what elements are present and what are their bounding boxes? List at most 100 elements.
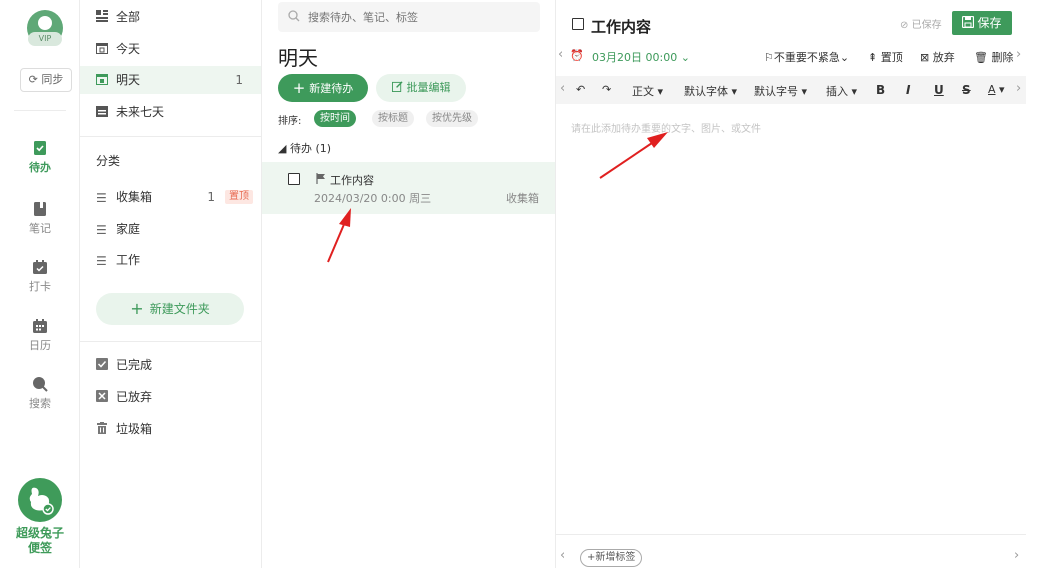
chevron-left-icon[interactable]: ‹: [560, 81, 565, 96]
pin-icon: ⇞: [868, 51, 878, 64]
date-picker[interactable]: 03月20日 00:00 ⌄: [592, 49, 690, 65]
rail-item-notes[interactable]: 笔记: [0, 201, 80, 236]
new-todo-button[interactable]: + 新建待办: [278, 74, 368, 102]
editor-placeholder[interactable]: 请在此添加待办重要的文字、图片、或文件: [571, 120, 761, 135]
bold-button[interactable]: B: [876, 83, 885, 97]
calendar-week-icon: [96, 106, 108, 117]
nav-item-label: 今天: [116, 42, 141, 56]
category-title: 分类: [96, 154, 121, 168]
todo-group-header[interactable]: ◢ 待办 (1): [278, 140, 331, 156]
font-family-label: 默认字体: [684, 85, 728, 98]
check-circle-icon: ⊘: [900, 20, 909, 31]
nav-item-today[interactable]: 今天: [80, 35, 261, 63]
chevron-right-icon[interactable]: ›: [1016, 47, 1021, 62]
new-folder-button[interactable]: + 新建文件夹: [96, 293, 244, 325]
detail-checkbox[interactable]: [572, 18, 584, 30]
pin-label: 置顶: [880, 51, 903, 64]
todo-detail-panel: 工作内容 ⊘ 已保存 保存 ‹ ⏰ 03月20日 00:00 ⌄ ⚐不重要不紧急…: [556, 0, 1040, 568]
folder-label: 收集箱: [116, 190, 153, 204]
paragraph-style-label: 正文: [632, 85, 654, 98]
batch-edit-label: 批量编辑: [406, 81, 451, 94]
calendar-tomorrow-icon: [96, 74, 108, 85]
nav-item-label: 已完成: [116, 358, 153, 372]
todo-list-panel: 明天 +新建待办 批量编辑 排序: 按时间 按标题 按优先级 ◢ 待办 (1) …: [262, 0, 556, 568]
checkin-icon: [33, 260, 47, 274]
search-icon: [33, 377, 48, 392]
flag-icon: [316, 173, 325, 184]
undo-icon[interactable]: ↶: [576, 83, 585, 96]
plus-icon: +: [292, 79, 306, 97]
delete-button[interactable]: 🗑 删除: [974, 49, 1013, 65]
todo-list-item[interactable]: 工作内容 2024/03/20 0:00 周三 收集箱: [262, 162, 555, 214]
checked-box-icon: [96, 358, 108, 370]
abandon-button[interactable]: ⊠ 放弃: [920, 49, 955, 65]
sort-by-title[interactable]: 按标题: [372, 110, 414, 127]
nav-item-label: 全部: [116, 10, 141, 24]
nav-item-all[interactable]: 全部: [80, 3, 261, 31]
nav-panel: 全部 今天 明天 1 未来七天 分类 ☰ 收集箱 1 置顶 ☰ 家庭 ☰ 工作 + 新建…: [80, 0, 262, 568]
font-color-select[interactable]: A ▾: [988, 83, 1005, 96]
nav-item-abandoned[interactable]: 已放弃: [80, 383, 261, 411]
trash-icon: [97, 422, 107, 434]
crossed-box-icon: [96, 390, 108, 402]
rail-item-todo[interactable]: 待办: [0, 140, 80, 175]
folder-inbox[interactable]: ☰ 收集箱 1 置顶: [80, 183, 261, 211]
chevron-right-icon[interactable]: ›: [1014, 548, 1019, 563]
rail-item-search[interactable]: 搜索: [0, 376, 80, 411]
save-button[interactable]: 保存: [952, 11, 1012, 35]
sort-by-priority[interactable]: 按优先级: [426, 110, 478, 127]
sync-button[interactable]: ⟳ 同步: [20, 68, 72, 92]
pin-button[interactable]: ⇞ 置顶: [868, 49, 903, 65]
add-tag-button[interactable]: +新增标签: [580, 549, 643, 567]
calendar-today-icon: [96, 43, 108, 54]
redo-icon[interactable]: ↷: [602, 83, 611, 96]
detail-meta-bar: ‹ ⏰ 03月20日 00:00 ⌄ ⚐不重要不紧急⌄ ⇞ 置顶 ⊠ 放弃 🗑 …: [556, 44, 1026, 68]
alarm-icon[interactable]: ⏰: [570, 49, 584, 62]
nav-item-label: 明天: [116, 73, 141, 87]
paragraph-style-select[interactable]: 正文 ▾: [632, 83, 663, 99]
priority-selector[interactable]: ⚐不重要不紧急⌄: [764, 49, 849, 65]
folder-label: 工作: [116, 253, 141, 267]
font-family-select[interactable]: 默认字体 ▾: [684, 83, 737, 99]
strikethrough-button[interactable]: S: [962, 83, 971, 97]
italic-button[interactable]: I: [906, 83, 910, 97]
saved-label: 已保存: [911, 20, 942, 31]
underline-button[interactable]: U: [934, 83, 944, 97]
chevron-left-icon[interactable]: ‹: [560, 548, 565, 563]
todo-folder: 收集箱: [506, 192, 539, 205]
crossed-box-icon: ⊠: [920, 51, 930, 64]
menu-icon: ☰: [96, 254, 107, 268]
chevron-left-icon[interactable]: ‹: [558, 47, 563, 62]
menu-icon: ☰: [96, 223, 107, 237]
sort-by-time[interactable]: 按时间: [314, 110, 356, 127]
trash-icon: 🗑: [974, 51, 988, 64]
chevron-right-icon[interactable]: ›: [1016, 81, 1021, 96]
insert-label: 插入: [826, 85, 848, 98]
font-size-label: 默认字号: [754, 85, 798, 98]
nav-item-next-7-days[interactable]: 未来七天: [80, 98, 261, 126]
sync-label: 同步: [41, 73, 64, 86]
pinned-badge: 置顶: [225, 190, 253, 204]
page-title: 明天: [278, 46, 318, 70]
rail-item-checkin[interactable]: 打卡: [0, 259, 80, 294]
chevron-down-icon: ⌄: [839, 51, 850, 64]
search-input[interactable]: [278, 2, 540, 32]
detail-title[interactable]: 工作内容: [591, 16, 651, 37]
insert-select[interactable]: 插入 ▾: [826, 83, 857, 99]
save-icon: [962, 15, 975, 29]
left-rail: VIP ⟳ 同步 待办 笔记 打卡 日历 搜索 超级兔子 便签: [0, 0, 80, 568]
folder-work[interactable]: ☰ 工作: [80, 246, 261, 274]
menu-icon: ☰: [96, 191, 107, 205]
nav-item-trash[interactable]: 垃圾箱: [80, 415, 261, 443]
font-size-select[interactable]: 默认字号 ▾: [754, 83, 807, 99]
folder-family[interactable]: ☰ 家庭: [80, 215, 261, 243]
todo-checkbox[interactable]: [288, 173, 300, 185]
batch-edit-button[interactable]: 批量编辑: [376, 74, 466, 102]
rail-item-calendar[interactable]: 日历: [0, 318, 80, 353]
saved-status: ⊘ 已保存: [900, 16, 942, 31]
rail-item-label: 待办: [29, 161, 51, 174]
rail-item-label: 打卡: [29, 280, 51, 293]
nav-item-tomorrow[interactable]: 明天 1: [80, 66, 261, 94]
nav-item-completed[interactable]: 已完成: [80, 351, 261, 379]
sort-label: 排序:: [278, 116, 302, 127]
